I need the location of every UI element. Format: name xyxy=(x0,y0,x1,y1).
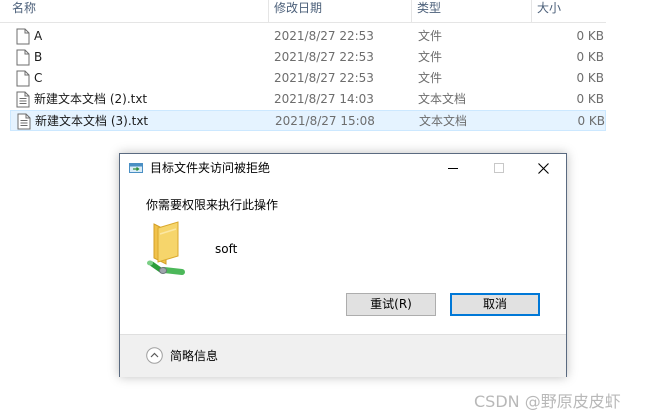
column-name-header[interactable]: 名称 xyxy=(12,0,36,22)
file-size: 0 KB xyxy=(576,50,604,64)
file-type: 文本文档 xyxy=(419,114,468,128)
file-row[interactable]: A 2021/8/27 22:53 文件 0 KB xyxy=(10,26,606,47)
column-header: 名称 修改日期 类型 大小 xyxy=(0,0,606,23)
file-date: 2021/8/27 22:53 xyxy=(274,50,374,64)
network-folder-icon xyxy=(147,221,185,275)
file-name: 新建文本文档 (2).txt xyxy=(34,92,148,106)
minimize-button[interactable] xyxy=(430,154,476,182)
maximize-icon xyxy=(494,163,504,173)
file-date: 2021/8/27 22:53 xyxy=(274,29,374,43)
blank-file-icon xyxy=(16,28,30,45)
file-row-selected[interactable]: 新建文本文档 (3).txt 2021/8/27 15:08 文本文档 0 KB xyxy=(10,110,606,131)
details-toggle[interactable]: 简略信息 xyxy=(170,335,218,377)
close-button[interactable] xyxy=(520,154,566,182)
column-date-header[interactable]: 修改日期 xyxy=(268,0,322,22)
file-date: 2021/8/27 14:03 xyxy=(274,92,374,106)
dialog-titlebar[interactable]: 目标文件夹访问被拒绝 xyxy=(120,154,566,182)
text-file-icon xyxy=(16,91,30,108)
file-name: A xyxy=(34,29,43,43)
file-row[interactable]: C 2021/8/27 22:53 文件 0 KB xyxy=(10,68,606,89)
file-size: 0 KB xyxy=(577,114,605,128)
dialog-title: 目标文件夹访问被拒绝 xyxy=(150,161,271,175)
maximize-button[interactable] xyxy=(476,154,522,182)
file-size: 0 KB xyxy=(576,71,604,85)
retry-button[interactable]: 重试(R) xyxy=(346,293,436,316)
column-size-header[interactable]: 大小 xyxy=(531,0,561,22)
file-type: 文件 xyxy=(418,29,443,43)
blank-file-icon xyxy=(16,70,30,87)
file-type: 文本文档 xyxy=(418,92,467,106)
blank-file-icon xyxy=(16,49,30,66)
file-type: 文件 xyxy=(418,50,443,64)
file-name: 新建文本文档 (3).txt xyxy=(35,114,149,128)
file-transfer-icon xyxy=(129,163,143,173)
file-name: B xyxy=(34,50,43,64)
file-row[interactable]: B 2021/8/27 22:53 文件 0 KB xyxy=(10,47,606,68)
folder-name: soft xyxy=(215,242,238,256)
file-date: 2021/8/27 15:08 xyxy=(275,114,375,128)
cancel-button[interactable]: 取消 xyxy=(450,293,540,316)
scroll-area xyxy=(606,0,662,417)
minimize-icon xyxy=(448,168,458,169)
file-size: 0 KB xyxy=(576,92,604,106)
file-row[interactable]: 新建文本文档 (2).txt 2021/8/27 14:03 文本文档 0 KB xyxy=(10,89,606,110)
text-file-icon xyxy=(17,113,31,130)
watermark: CSDN @野原皮皮虾 xyxy=(474,392,621,411)
file-name: C xyxy=(34,71,43,85)
file-size: 0 KB xyxy=(576,29,604,43)
access-denied-dialog: 目标文件夹访问被拒绝 你需要权限来执行此操作 soft 重试(R) 取消 简略信… xyxy=(119,153,567,377)
file-date: 2021/8/27 22:53 xyxy=(274,71,374,85)
column-type-header[interactable]: 类型 xyxy=(411,0,441,22)
file-type: 文件 xyxy=(418,71,443,85)
dialog-message: 你需要权限来执行此操作 xyxy=(146,198,279,212)
dialog-footer: 简略信息 xyxy=(120,334,566,377)
chevron-up-icon[interactable] xyxy=(146,347,163,364)
close-icon xyxy=(537,162,549,174)
